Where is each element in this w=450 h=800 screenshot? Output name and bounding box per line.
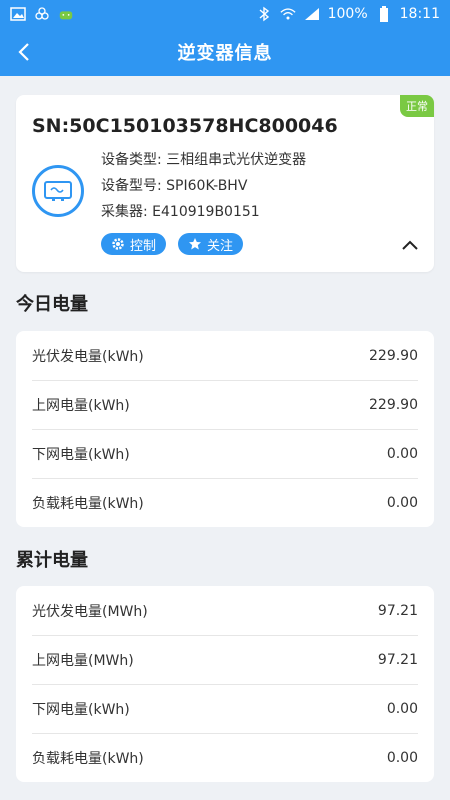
row-label: 下网电量(kWh) bbox=[32, 701, 130, 718]
follow-label: 关注 bbox=[207, 238, 234, 254]
row-value: 97.21 bbox=[377, 602, 418, 619]
today-list: 光伏发电量(kWh) 229.90 上网电量(kWh) 229.90 下网电量(kW… bbox=[16, 331, 434, 527]
device-card: 正常 SN:50C150103578HC800046 设备类型: 三相组串式光伏… bbox=[0, 95, 450, 272]
device-actions: 控制 关注 bbox=[101, 233, 244, 255]
control-label: 控制 bbox=[130, 238, 157, 254]
row-label: 下网电量(kWh) bbox=[32, 446, 130, 463]
clock: 18:11 bbox=[399, 6, 440, 22]
gear-icon bbox=[112, 238, 124, 250]
follow-button[interactable]: 关注 bbox=[178, 233, 244, 255]
battery-percent: 100% bbox=[327, 6, 368, 22]
android-icon bbox=[58, 6, 74, 22]
today-section-title: 今日电量 bbox=[16, 294, 88, 315]
status-bar: 100% 18:11 bbox=[0, 0, 450, 28]
total-list: 光伏发电量(MWh) 97.21 上网电量(MWh) 97.21 下网电量(kWh)… bbox=[16, 586, 434, 782]
status-badge: 正常 bbox=[400, 95, 434, 117]
row-label: 光伏发电量(kWh) bbox=[32, 348, 144, 365]
image-icon bbox=[10, 6, 26, 22]
signal-icon bbox=[304, 6, 320, 22]
app-bar: 逆变器信息 bbox=[0, 28, 450, 76]
clover-icon bbox=[34, 6, 50, 22]
status-right: 100% 18:11 bbox=[256, 6, 440, 22]
device-sn: SN:50C150103578HC800046 bbox=[32, 115, 338, 137]
battery-icon bbox=[376, 6, 392, 22]
inverter-icon bbox=[32, 165, 84, 217]
row-value: 229.90 bbox=[369, 347, 418, 364]
list-item: 光伏发电量(MWh) 97.21 bbox=[16, 586, 434, 635]
back-arrow-icon bbox=[18, 43, 29, 61]
row-label: 负载耗电量(kWh) bbox=[32, 495, 144, 512]
list-item: 下网电量(kWh) 0.00 bbox=[16, 429, 434, 478]
list-item: 下网电量(kWh) 0.00 bbox=[16, 684, 434, 733]
row-label: 负载耗电量(kWh) bbox=[32, 750, 144, 767]
row-value: 229.90 bbox=[369, 396, 418, 413]
device-model: 设备型号: SPI60K-BHV bbox=[101, 178, 248, 194]
row-value: 0.00 bbox=[386, 749, 418, 766]
list-item: 上网电量(MWh) 97.21 bbox=[16, 635, 434, 684]
chevron-up-icon[interactable] bbox=[400, 235, 420, 255]
row-label: 上网电量(MWh) bbox=[32, 652, 134, 669]
total-section-title: 累计电量 bbox=[16, 550, 88, 571]
device-collector: 采集器: E410919B0151 bbox=[101, 204, 260, 220]
control-button[interactable]: 控制 bbox=[101, 233, 167, 255]
row-value: 0.00 bbox=[386, 700, 418, 717]
list-item: 上网电量(kWh) 229.90 bbox=[16, 380, 434, 429]
wifi-icon bbox=[280, 6, 296, 22]
row-label: 上网电量(kWh) bbox=[32, 397, 130, 414]
list-item: 负载耗电量(kWh) 0.00 bbox=[16, 733, 434, 782]
row-value: 0.00 bbox=[386, 445, 418, 462]
back-button[interactable] bbox=[10, 38, 38, 66]
page-title: 逆变器信息 bbox=[177, 43, 273, 64]
list-item: 光伏发电量(kWh) 229.90 bbox=[16, 331, 434, 380]
row-value: 0.00 bbox=[386, 494, 418, 511]
star-icon bbox=[189, 238, 202, 250]
status-left bbox=[10, 6, 74, 22]
row-value: 97.21 bbox=[377, 651, 418, 668]
row-label: 光伏发电量(MWh) bbox=[32, 603, 148, 620]
list-item: 负载耗电量(kWh) 0.00 bbox=[16, 478, 434, 527]
device-type: 设备类型: 三相组串式光伏逆变器 bbox=[101, 152, 307, 168]
device-info: 设备类型: 三相组串式光伏逆变器 设备型号: SPI60K-BHV 采集器: E… bbox=[101, 147, 306, 225]
bluetooth-icon bbox=[256, 6, 272, 22]
